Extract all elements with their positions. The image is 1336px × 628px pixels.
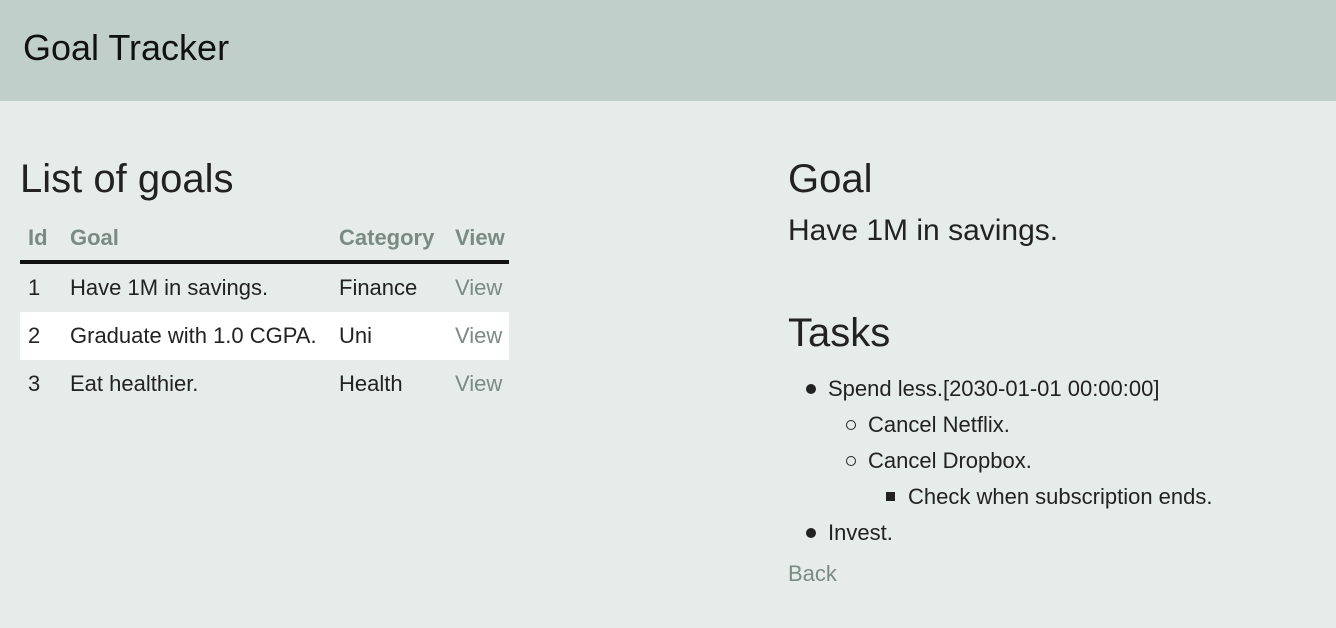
app-title: Goal Tracker (23, 26, 230, 68)
goal-category-cell: Health (339, 371, 403, 396)
goal-detail-heading: Goal (788, 157, 873, 201)
view-goal-link[interactable]: View (455, 323, 502, 348)
square-bullet-icon (886, 492, 895, 501)
column-header-id: Id (20, 216, 62, 264)
goals-list-panel: List of goals Id Goal Category View 1 Ha… (20, 156, 509, 408)
column-header-category: Category (331, 216, 447, 264)
back-link[interactable]: Back (788, 561, 837, 587)
subtask-item: Cancel Netflix. (846, 407, 1308, 443)
tasks-heading: Tasks (788, 311, 891, 355)
table-header-row: Id Goal Category View (20, 216, 509, 264)
subtask-label: Check when subscription ends. (908, 484, 1213, 509)
column-header-goal: Goal (62, 216, 331, 264)
goal-category-cell: Uni (331, 312, 447, 360)
goal-view-cell: View (447, 312, 509, 360)
app-header: Goal Tracker (0, 0, 1336, 101)
goal-name-cell: Eat healthier. (70, 371, 199, 396)
task-label: Invest. (828, 520, 893, 545)
table-row: 2 Graduate with 1.0 CGPA. Uni View (20, 312, 509, 360)
subtask-list: Check when subscription ends. (868, 479, 1308, 515)
view-goal-link[interactable]: View (455, 371, 502, 396)
circle-bullet-icon (846, 456, 856, 466)
task-item: Spend less.[2030-01-01 00:00:00] Cancel … (806, 371, 1308, 515)
disc-bullet-icon (806, 528, 816, 538)
subtask-list: Cancel Netflix. Cancel Dropbox. Check wh… (828, 407, 1308, 515)
goals-table: Id Goal Category View 1 Have 1M in savin… (20, 216, 509, 408)
circle-bullet-icon (846, 420, 856, 430)
goal-view-cell: View (447, 262, 509, 312)
goal-category-cell: Finance (339, 275, 418, 300)
subtask-item: Check when subscription ends. (886, 479, 1308, 515)
goal-id-cell: 1 (28, 275, 41, 300)
disc-bullet-icon (806, 384, 816, 394)
goal-view-cell: View (447, 360, 509, 408)
subtask-item: Cancel Dropbox. Check when subscription … (846, 443, 1308, 515)
task-item: Invest. (806, 515, 1308, 551)
view-goal-link[interactable]: View (455, 275, 502, 300)
goal-name-cell: Graduate with 1.0 CGPA. (62, 312, 331, 360)
column-header-view: View (447, 216, 509, 264)
table-row: 1 Have 1M in savings. Finance View (20, 262, 509, 312)
task-label: Spend less.[2030-01-01 00:00:00] (828, 376, 1160, 401)
subtask-label: Cancel Dropbox. (868, 448, 1032, 473)
goals-list-heading: List of goals (20, 157, 234, 201)
table-row: 3 Eat healthier. Health View (20, 360, 509, 408)
goal-detail-panel: Goal Have 1M in savings. Tasks Spend les… (788, 156, 1308, 587)
task-list: Spend less.[2030-01-01 00:00:00] Cancel … (788, 371, 1308, 551)
main-content: List of goals Id Goal Category View 1 Ha… (0, 101, 1336, 628)
goal-name-cell: Have 1M in savings. (70, 275, 269, 300)
goal-id-cell: 3 (28, 371, 41, 396)
goal-id-cell: 2 (20, 312, 62, 360)
subtask-label: Cancel Netflix. (868, 412, 1010, 437)
goal-detail-text: Have 1M in savings. (788, 214, 1059, 247)
